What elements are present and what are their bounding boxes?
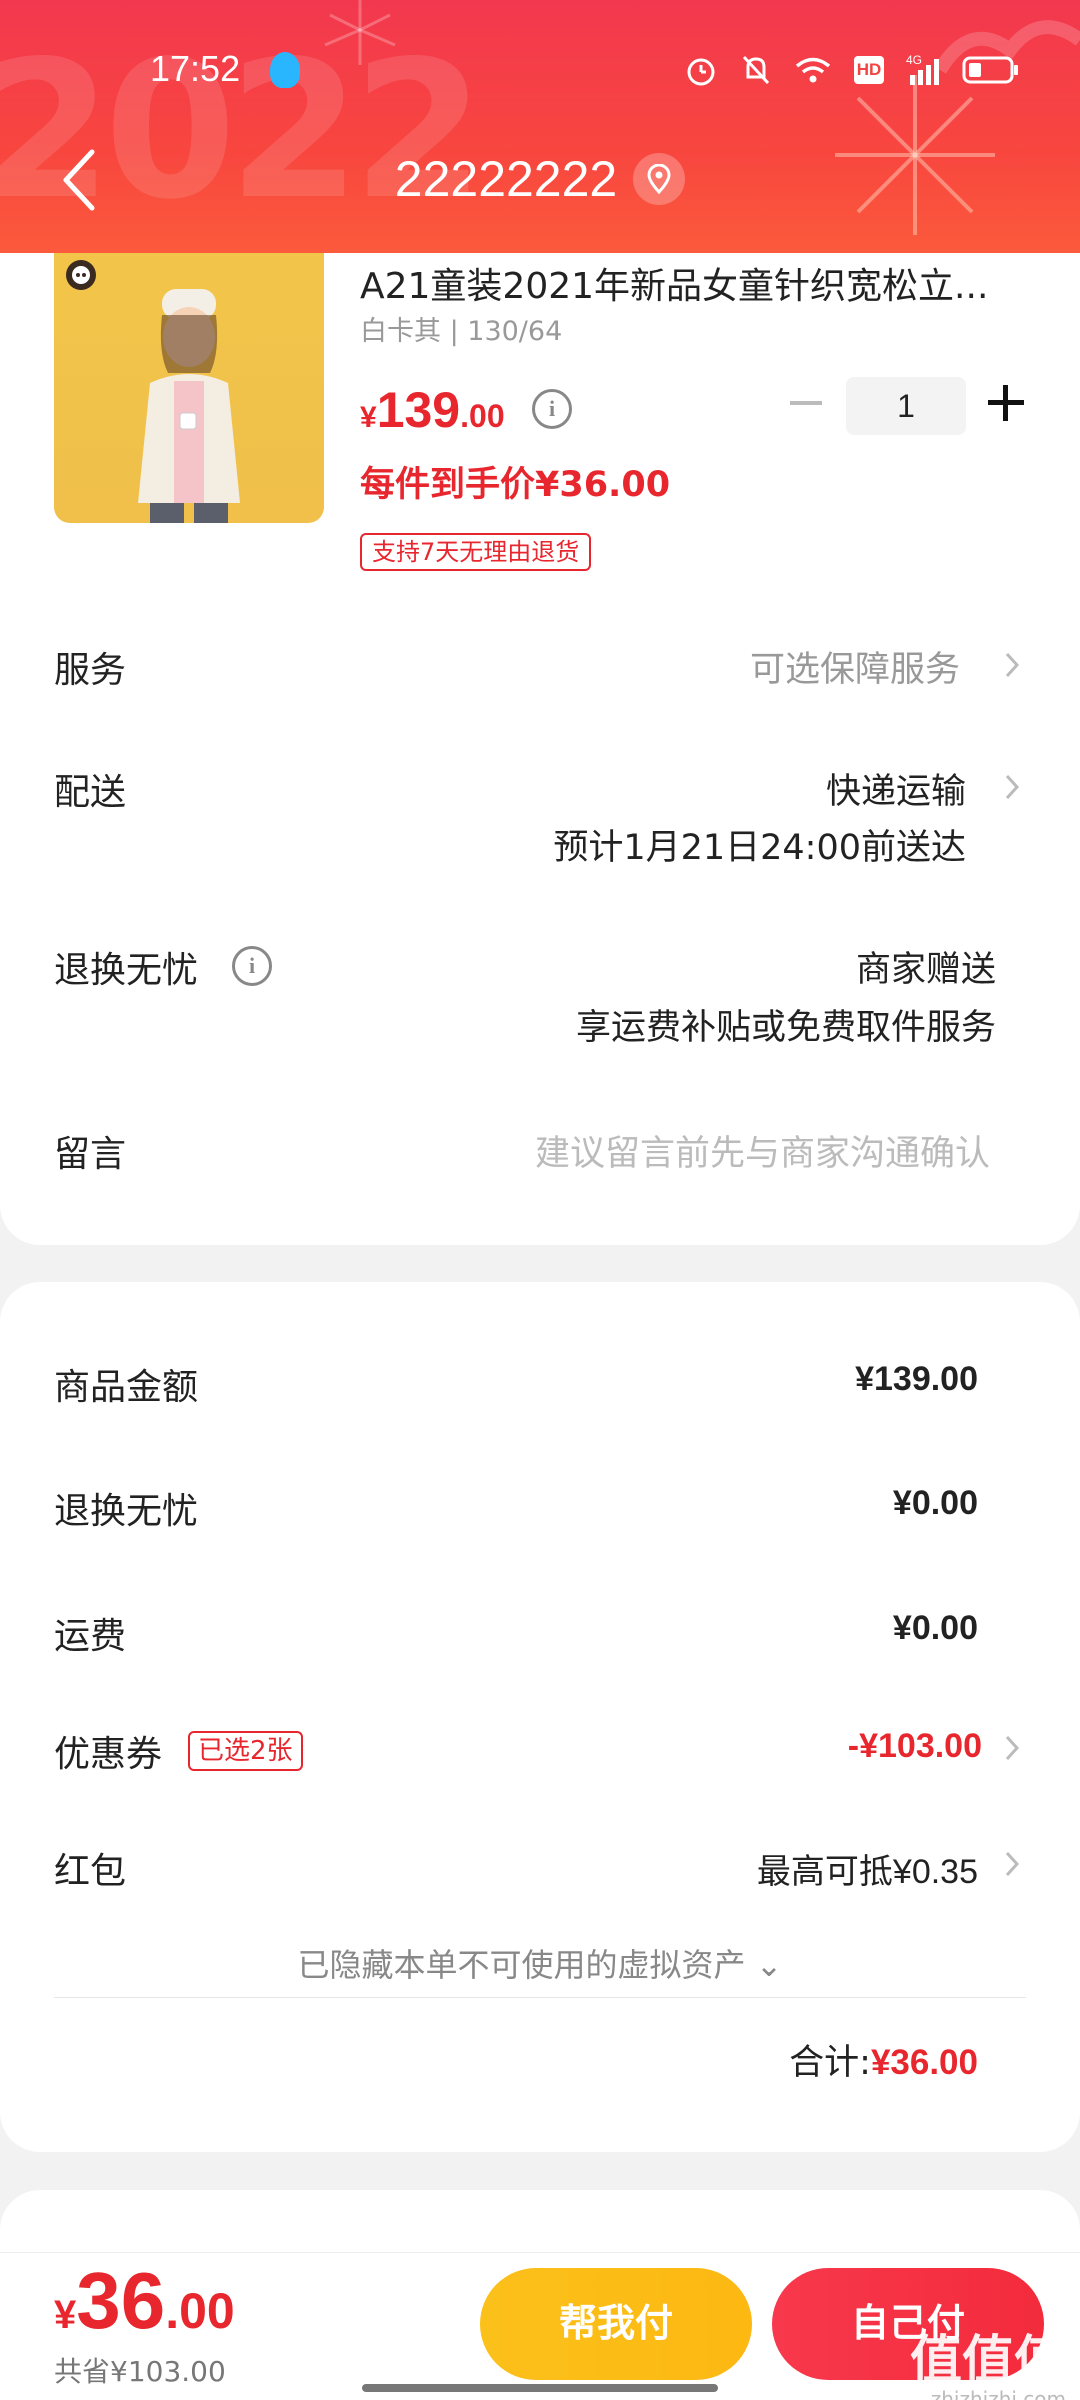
battery-icon [962,56,1018,84]
firework-decoration [324,0,396,65]
header-bar: 2022 17:52 HD 4G 22222222 [0,0,1080,253]
goods-amount-value: ¥139.00 [855,1360,978,1398]
quantity-plus-button[interactable] [988,385,1024,421]
price-info-icon[interactable]: i [532,389,572,429]
worry-free-fee-value: ¥0.00 [892,1484,978,1522]
chevron-right-icon[interactable] [1004,651,1020,679]
quantity-minus-button[interactable] [790,401,822,405]
worry-free-fee-label: 退换无忧 [54,1491,199,1532]
watermark: 值值值 zhizhizhi.com [909,2331,1066,2400]
status-time: 17:52 [150,48,241,89]
status-icons: HD 4G [684,50,1020,90]
price-breakdown-card: 商品金额 ¥139.00 退换无忧 ¥0.00 运费 ¥0.00 优惠券 已选2… [0,1282,1080,2152]
saved-amount: 共省¥103.00 [54,2355,226,2388]
service-label: 服务 [54,650,127,691]
worry-free-desc: 享运费补贴或免费取件服务 [575,1008,996,1048]
red-packet-value[interactable]: 最高可抵¥0.35 [757,1844,978,1893]
alarm-icon [687,58,715,86]
delivery-value[interactable]: 快递运输 [826,763,966,814]
coupon-value[interactable]: -¥103.00 [848,1727,982,1766]
return-policy-tag: 支持7天无理由退货 [360,533,592,571]
divider [54,1997,1026,1998]
hidden-assets-toggle[interactable]: 已隐藏本单不可使用的虚拟资产 ⌄ [0,1940,1080,1986]
shipping-label: 运费 [54,1616,127,1657]
product-spec[interactable]: 白卡其 | 130/64 [360,309,562,348]
chevron-right-icon[interactable] [1004,773,1020,801]
svg-text:4G: 4G [906,53,922,67]
hd-icon: HD [854,56,884,84]
worry-free-info-icon[interactable]: i [232,946,272,986]
worry-free-value: 商家赠送 [855,950,996,990]
product-image[interactable] [54,253,324,523]
product-title[interactable]: A21童装2021年新品女童针织宽松立... [360,257,1020,309]
message-label: 留言 [54,1134,127,1175]
mute-icon [742,55,770,85]
subtotal-row: 合计:¥36.00 [789,2034,978,2085]
order-item-card: A21童装2021年新品女童针织宽松立... 白卡其 | 130/64 ¥139… [0,253,1080,1245]
per-item-price: 每件到手价¥36.00 [360,465,671,505]
subtotal-label: 合计: [789,2043,871,2083]
coupon-label: 优惠券 [54,1734,163,1775]
location-pin-icon[interactable] [633,153,686,205]
home-indicator[interactable] [362,2384,718,2392]
delivery-label: 配送 [54,772,127,813]
qq-notification-icon [270,52,300,88]
delivery-eta: 预计1月21日24:00前送达 [553,828,966,868]
goods-amount-label: 商品金额 [54,1367,199,1408]
product-price: ¥139.00 [360,382,505,438]
page-title: 22222222 [394,151,618,207]
help-me-pay-button[interactable]: 帮我付 [480,2268,752,2380]
quantity-input[interactable]: 1 [846,377,966,435]
red-packet-label: 红包 [54,1851,127,1892]
page-title-group: 22222222 [0,150,1080,208]
signal-icon: 4G [906,53,939,85]
chevron-right-icon[interactable] [1004,1850,1020,1878]
chevron-right-icon[interactable] [1004,1734,1020,1762]
worry-free-label: 退换无忧 [54,950,199,991]
coupon-count-badge: 已选2张 [188,1731,303,1771]
message-input[interactable]: 建议留言前先与商家沟通确认 [535,1125,990,1176]
pay-total: ¥36.00 [54,2256,235,2345]
subtotal-value: ¥36.00 [870,2043,978,2082]
wifi-icon [795,57,831,83]
shipping-value: ¥0.00 [892,1609,978,1647]
service-value[interactable]: 可选保障服务 [750,641,960,692]
